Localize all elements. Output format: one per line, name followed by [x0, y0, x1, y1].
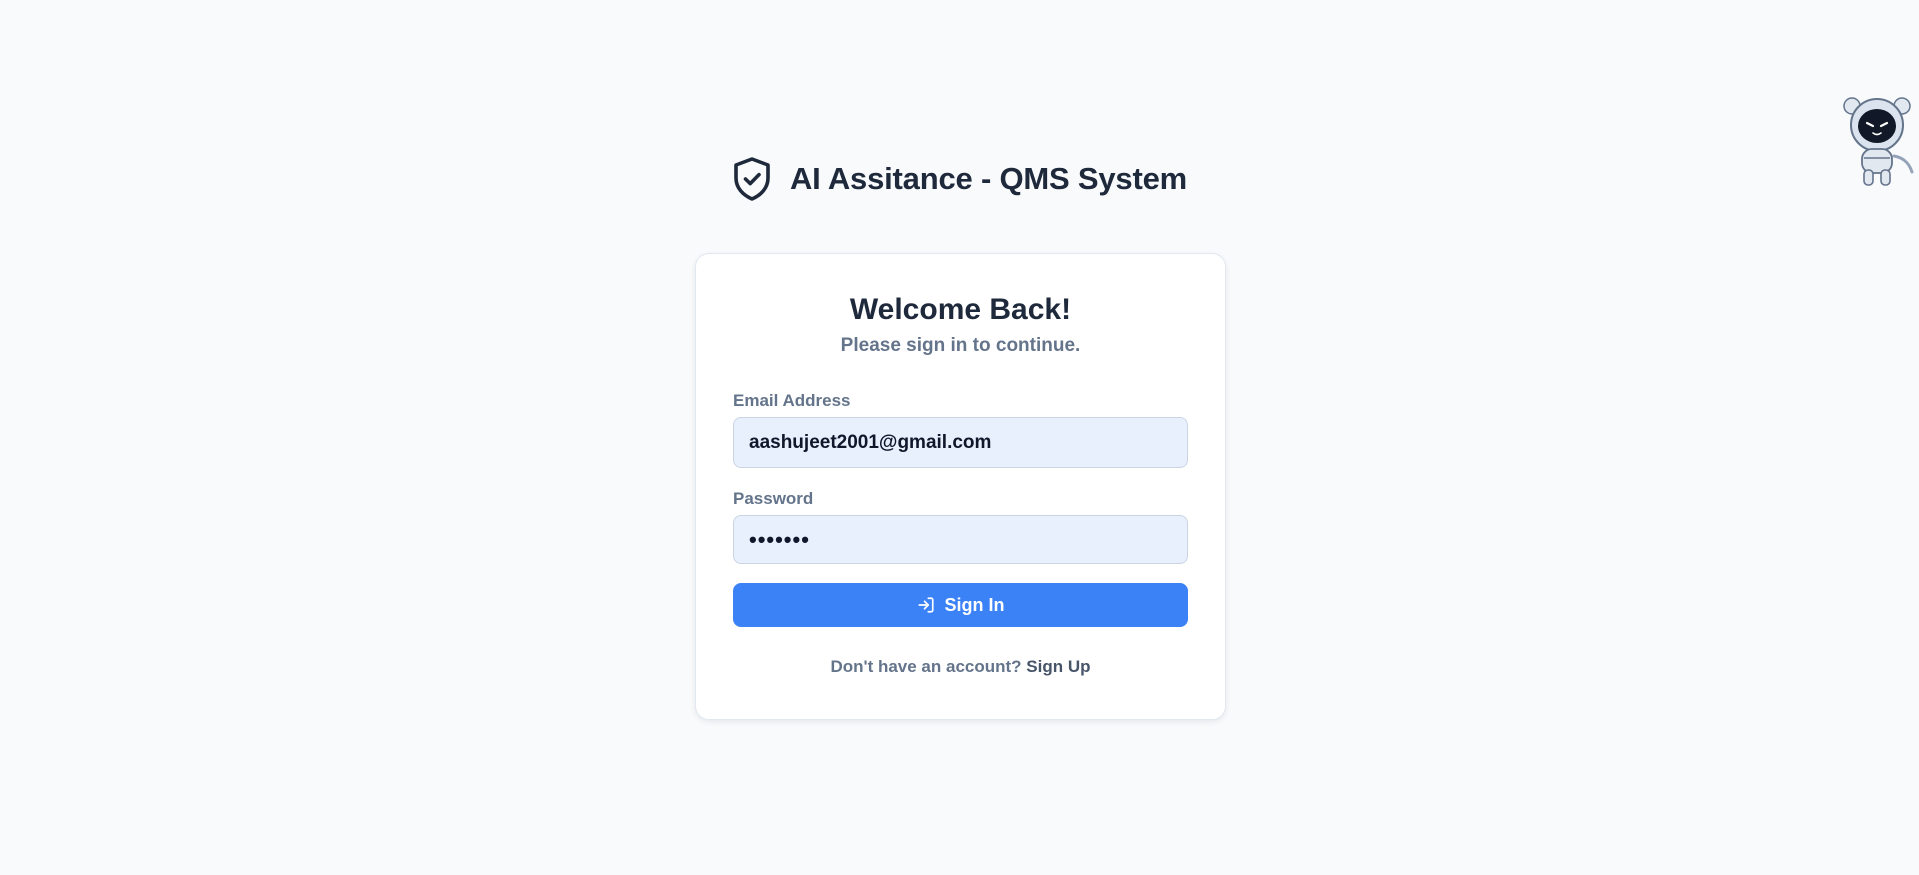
login-page: AI Assitance - QMS System Welcome Back! … [0, 0, 1919, 875]
card-title: Welcome Back! [849, 293, 1072, 326]
shield-check-icon [732, 156, 772, 202]
login-card: Welcome Back! Please sign in to continue… [695, 253, 1226, 720]
password-label: Password [733, 489, 814, 508]
cat-astronaut-mascot-icon[interactable] [1840, 94, 1914, 188]
sign-up-link[interactable]: Sign Up [1026, 657, 1090, 676]
password-field[interactable] [733, 515, 1188, 564]
card-subtitle: Please sign in to continue. [840, 335, 1081, 356]
email-field[interactable] [733, 417, 1188, 468]
signup-prompt: Don't have an account? [830, 657, 1027, 676]
log-in-icon [917, 596, 935, 614]
sign-in-label: Sign In [944, 594, 1005, 615]
signup-row: Don't have an account? Sign Up [733, 657, 1188, 677]
brand-header: AI Assitance - QMS System [0, 156, 1919, 202]
sign-in-button[interactable]: Sign In [733, 583, 1188, 627]
email-label: Email Address [733, 391, 851, 410]
app-title: AI Assitance - QMS System [790, 161, 1187, 196]
